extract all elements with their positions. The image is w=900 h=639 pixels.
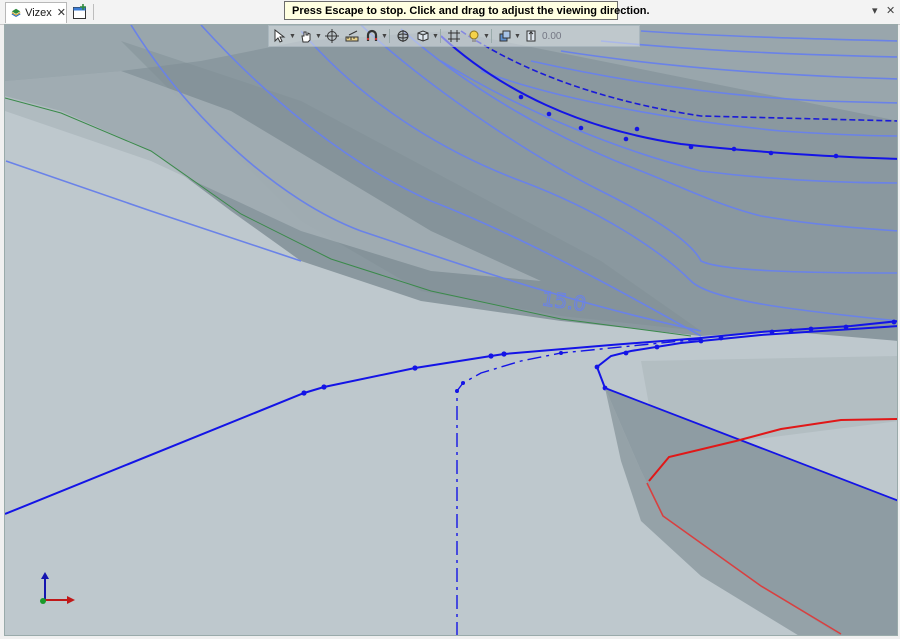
ruler-icon bbox=[345, 30, 359, 42]
scene-graphics: 15.0 bbox=[5, 25, 897, 635]
view-cube-dropdown-icon[interactable]: ▼ bbox=[432, 33, 439, 40]
layers-dropdown-icon[interactable]: ▼ bbox=[514, 33, 521, 40]
crosshair-icon bbox=[325, 29, 339, 43]
select-tool-button[interactable] bbox=[271, 28, 289, 44]
view-toolbar: ▼ ▼ ▼ ▼ ▼ ▼ 0.00 bbox=[268, 25, 640, 47]
lighting-button[interactable] bbox=[465, 28, 483, 44]
new-tab-icon[interactable] bbox=[72, 4, 88, 20]
grid-icon bbox=[448, 30, 460, 42]
layers-icon bbox=[499, 30, 511, 42]
tab-bar: Vizex ✕ Press Escape to stop. Click and … bbox=[0, 0, 900, 25]
hand-icon bbox=[301, 31, 311, 43]
3d-viewport[interactable]: 15.0 ▼ ▼ ▼ ▼ ▼ ▼ 0.00 bbox=[4, 24, 898, 636]
exaggeration-value[interactable]: 0.00 bbox=[542, 31, 561, 42]
grid-button[interactable] bbox=[445, 28, 463, 44]
measure-button[interactable] bbox=[343, 28, 361, 44]
target-button[interactable] bbox=[323, 28, 341, 44]
vertical-scale-icon bbox=[526, 30, 536, 42]
select-tool-dropdown-icon[interactable]: ▼ bbox=[289, 33, 296, 40]
tab-vizex[interactable]: Vizex ✕ bbox=[5, 2, 67, 23]
pan-tool-button[interactable] bbox=[297, 28, 315, 44]
window-menu-icon[interactable]: ▾ bbox=[872, 4, 878, 18]
window-close-icon[interactable]: ✕ bbox=[886, 4, 895, 18]
layers-button[interactable] bbox=[496, 28, 514, 44]
magnet-icon bbox=[366, 29, 378, 41]
lighting-dropdown-icon[interactable]: ▼ bbox=[483, 33, 490, 40]
snap-button[interactable] bbox=[363, 28, 381, 44]
lightbulb-icon bbox=[469, 30, 479, 42]
view-hint-tooltip: Press Escape to stop. Click and drag to … bbox=[284, 1, 650, 20]
tab-divider bbox=[93, 4, 94, 20]
axis-triad-icon bbox=[40, 572, 75, 604]
orbit-button[interactable] bbox=[394, 28, 412, 44]
view-cube-button[interactable] bbox=[414, 28, 432, 44]
pointer-icon bbox=[274, 29, 286, 43]
exaggeration-button[interactable] bbox=[522, 28, 540, 44]
snap-dropdown-icon[interactable]: ▼ bbox=[381, 33, 388, 40]
tab-close-icon[interactable]: ✕ bbox=[57, 7, 66, 19]
cube-icon bbox=[417, 30, 429, 42]
vizex-layers-icon bbox=[11, 8, 21, 18]
pan-tool-dropdown-icon[interactable]: ▼ bbox=[315, 33, 322, 40]
orbit-icon bbox=[397, 30, 409, 42]
tab-label: Vizex bbox=[25, 7, 52, 19]
